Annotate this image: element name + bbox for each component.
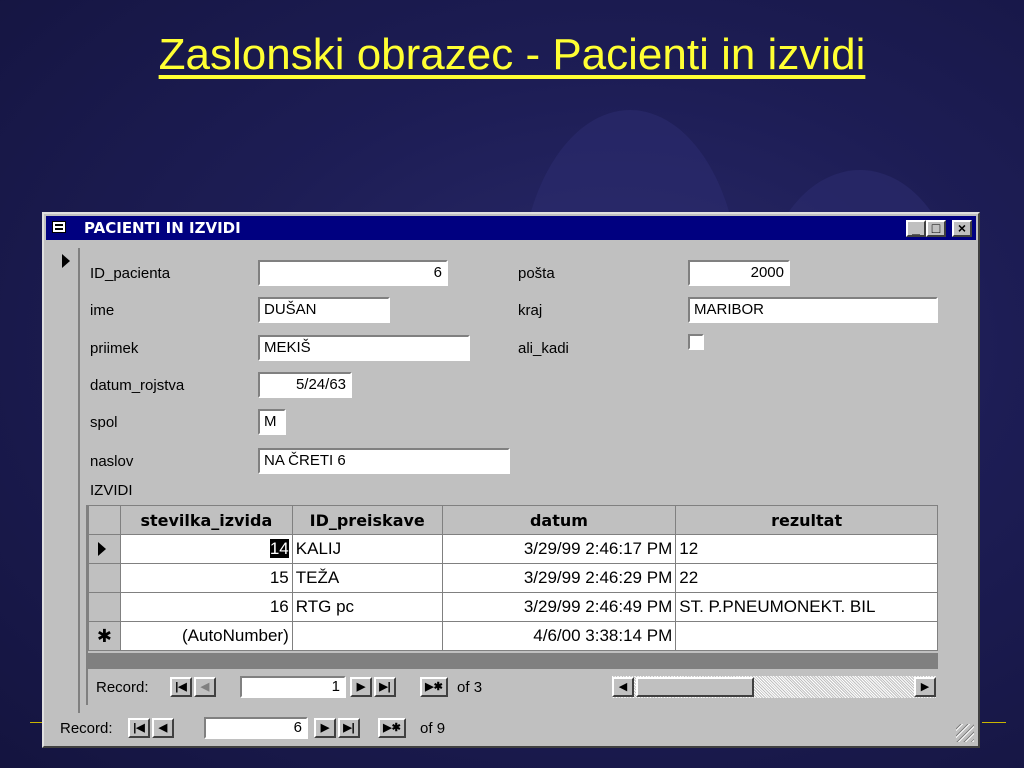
close-button[interactable]: × (952, 220, 972, 237)
main-of-label: of 9 (420, 720, 446, 737)
divider-line (982, 722, 1006, 723)
scrollbar-thumb[interactable] (636, 677, 754, 697)
main-record-total: 9 (436, 720, 446, 737)
cell-stevilka-izvida[interactable]: 15 (119, 563, 293, 593)
main-record-number-input[interactable]: 6 (204, 717, 308, 739)
main-new-record-button[interactable]: ▶✱ (378, 718, 406, 738)
column-header-stevilka-izvida[interactable]: stevilka_izvida (119, 505, 293, 535)
kraj-field[interactable]: MARIBOR (688, 297, 938, 323)
column-header-datum[interactable]: datum (441, 505, 677, 535)
cell-datum[interactable]: 4/6/00 3:38:14 PM (441, 621, 677, 651)
subform-of-label: of 3 (457, 679, 483, 696)
new-record-icon[interactable]: ✱ (88, 621, 121, 651)
slide-title: Zaslonski obrazec - Pacienti in izvidi (158, 30, 866, 79)
record-selector[interactable] (50, 248, 80, 713)
main-prev-record-icon[interactable]: ◀ (152, 718, 174, 738)
ime-field[interactable]: DUŠAN (258, 297, 390, 323)
label-spol: spol (90, 414, 118, 431)
izvidi-datasheet: stevilka_izvida ID_preiskave datum rezul… (88, 505, 938, 651)
resize-grip-icon[interactable] (956, 724, 974, 742)
scroll-right-icon[interactable]: ▶ (914, 677, 936, 697)
cell-id-preiskave[interactable]: RTG pc (291, 592, 443, 622)
next-record-icon[interactable]: ▶ (350, 677, 372, 697)
cell-stevilka-izvida[interactable]: (AutoNumber) (119, 621, 293, 651)
row-selector[interactable] (88, 563, 121, 593)
label-ime: ime (90, 302, 115, 319)
cell-rezultat[interactable]: 12 (675, 534, 938, 564)
main-next-record-icon[interactable]: ▶ (314, 718, 336, 738)
cell-rezultat[interactable]: ST. P.PNEUMONEKT. BIL (675, 592, 938, 622)
current-record-arrow-icon (62, 254, 70, 268)
scroll-left-icon[interactable]: ◀ (612, 677, 634, 697)
label-naslov: naslov (90, 453, 134, 470)
row-selector[interactable] (88, 592, 121, 622)
main-record-label: Record: (60, 720, 113, 737)
subform-record-number-input[interactable]: 1 (240, 676, 346, 698)
posta-field[interactable]: 2000 (688, 260, 790, 286)
main-first-record-icon[interactable]: |◀ (128, 718, 150, 738)
maximize-button[interactable]: □ (926, 220, 946, 237)
naslov-field[interactable]: NA ČRETI 6 (258, 448, 510, 474)
cell-id-preiskave[interactable]: TEŽA (291, 563, 443, 593)
label-ali-kadi: ali_kadi (518, 340, 569, 357)
cell-rezultat[interactable] (675, 621, 938, 651)
new-record-button[interactable]: ▶✱ (420, 677, 448, 697)
cell-id-preiskave[interactable]: KALIJ (291, 534, 443, 564)
priimek-field[interactable]: MEKIŠ (258, 335, 470, 361)
current-row-arrow-icon (98, 542, 106, 556)
last-record-icon[interactable]: ▶| (374, 677, 396, 697)
label-datum-rojstva: datum_rojstva (90, 377, 185, 394)
first-record-icon[interactable]: |◀ (170, 677, 192, 697)
form-icon (52, 221, 66, 233)
cell-datum[interactable]: 3/29/99 2:46:29 PM (441, 563, 677, 593)
cell-id-preiskave[interactable] (291, 621, 443, 651)
id-pacienta-field[interactable]: 6 (258, 260, 448, 286)
datum-rojstva-field[interactable]: 5/24/63 (258, 372, 352, 398)
subform-horizontal-scrollbar[interactable]: ◀ ▶ (612, 676, 936, 698)
empty-datasheet-area (88, 653, 938, 669)
cell-stevilka-izvida[interactable]: 14 (119, 534, 293, 564)
minimize-button[interactable]: _ (906, 220, 926, 237)
column-header-rezultat[interactable]: rezultat (675, 505, 938, 535)
subform-record-label: Record: (96, 679, 149, 696)
subform-label: IZVIDI (90, 482, 133, 499)
prev-record-icon[interactable]: ◀ (194, 677, 216, 697)
column-header-id-preiskave[interactable]: ID_preiskave (291, 505, 443, 535)
label-posta: pošta (518, 265, 555, 282)
table-row[interactable]: 14 KALIJ 3/29/99 2:46:17 PM 12 (88, 534, 938, 564)
table-row[interactable]: 16 RTG pc 3/29/99 2:46:49 PM ST. P.PNEUM… (88, 592, 938, 622)
label-id-pacienta: ID_pacienta (90, 265, 171, 282)
corner-header[interactable] (88, 505, 121, 535)
label-priimek: priimek (90, 340, 139, 357)
window-titlebar[interactable]: PACIENTI IN IZVIDI _ □ × (46, 216, 976, 240)
new-record-row[interactable]: ✱ (AutoNumber) 4/6/00 3:38:14 PM (88, 621, 938, 651)
divider-line (30, 722, 42, 723)
table-row[interactable]: 15 TEŽA 3/29/99 2:46:29 PM 22 (88, 563, 938, 593)
cell-stevilka-izvida[interactable]: 16 (119, 592, 293, 622)
cell-datum[interactable]: 3/29/99 2:46:49 PM (441, 592, 677, 622)
izvidi-subform[interactable]: stevilka_izvida ID_preiskave datum rezul… (86, 505, 938, 705)
main-last-record-icon[interactable]: ▶| (338, 718, 360, 738)
label-kraj: kraj (518, 302, 543, 319)
cell-datum[interactable]: 3/29/99 2:46:17 PM (441, 534, 677, 564)
window-title: PACIENTI IN IZVIDI (84, 219, 241, 237)
spol-field[interactable]: M (258, 409, 286, 435)
ali-kadi-checkbox[interactable] (688, 334, 704, 350)
cell-rezultat[interactable]: 22 (675, 563, 938, 593)
row-selector[interactable] (88, 534, 121, 564)
subform-record-total: 3 (473, 679, 483, 696)
